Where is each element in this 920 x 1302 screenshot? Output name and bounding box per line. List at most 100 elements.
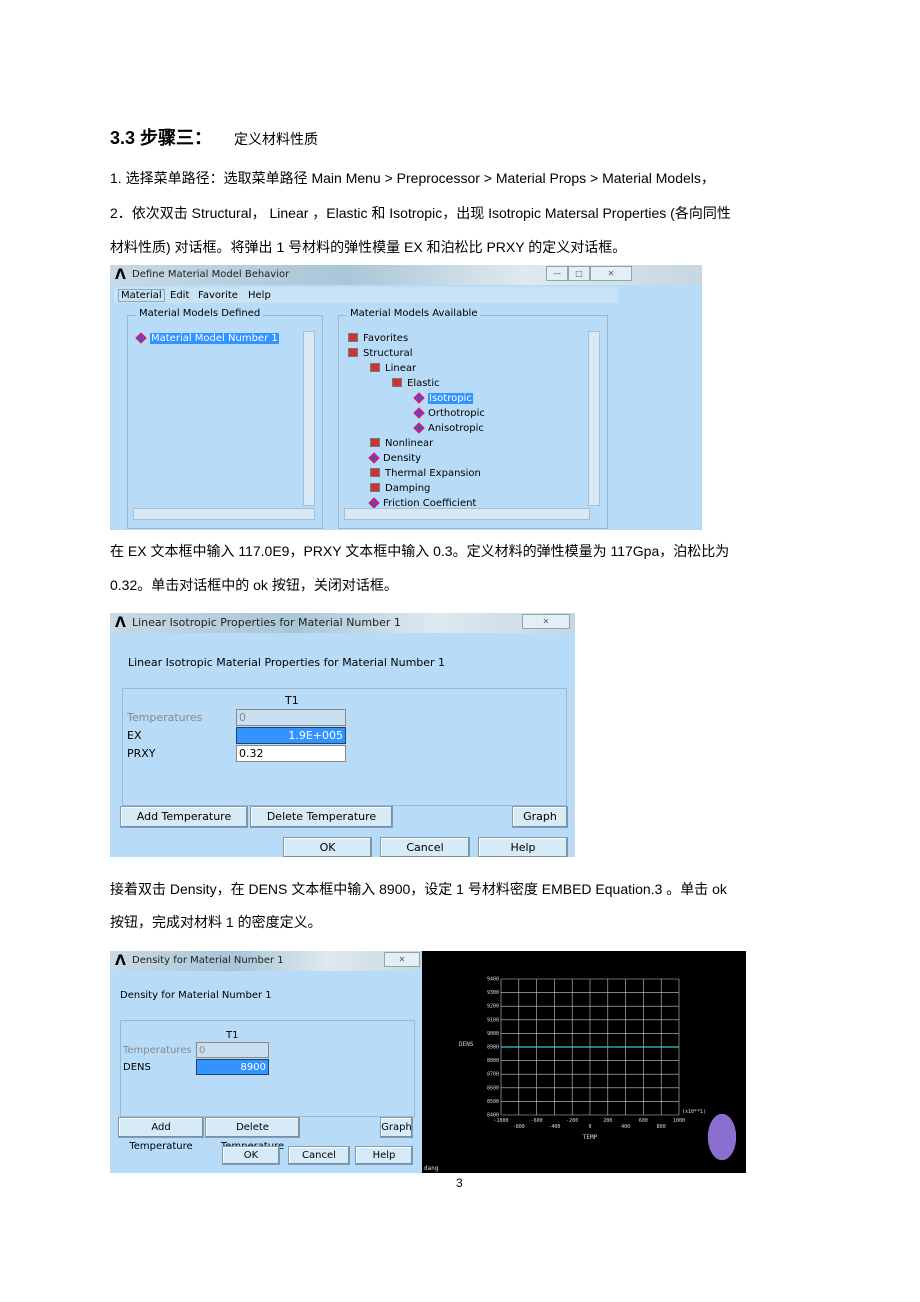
ok-button[interactable]: OK xyxy=(283,837,372,857)
material-icon xyxy=(368,497,380,509)
tree-item-structural[interactable]: Structural xyxy=(348,348,413,359)
title-bar: Λ Density for Material Number 1 ✕ xyxy=(110,951,422,971)
corner-text: dang xyxy=(424,1165,439,1172)
tree-item-anisotropic[interactable]: Anisotropic xyxy=(413,422,484,434)
tree-item-thermal-expansion[interactable]: Thermal Expansion xyxy=(370,468,481,479)
chart-svg: -1000 -800 -600 -400 -200 0 200 400 600 800 1000 84… xyxy=(424,977,706,1173)
tree-item-label: Density xyxy=(383,453,422,464)
menu-bar: Material Edit Favorite Help xyxy=(114,287,618,303)
material-icon xyxy=(413,392,425,404)
delete-temperature-button[interactable]: Delete Temperature xyxy=(205,1117,300,1152)
ok-button[interactable]: OK xyxy=(222,1146,280,1165)
item-label: Material Model Number 1 xyxy=(150,333,279,344)
close-icon[interactable]: ✕ xyxy=(590,266,632,281)
menu-material[interactable]: Material xyxy=(118,289,165,302)
ansys-logo-icon: Λ xyxy=(115,953,126,969)
minimize-icon[interactable]: — xyxy=(546,266,568,281)
delete-temperature-button[interactable]: Delete Temperature xyxy=(250,806,393,828)
menu-help[interactable]: Help xyxy=(248,290,271,301)
prxy-field[interactable]: 0.32 xyxy=(236,745,346,762)
add-temperature-button[interactable]: Add Temperature xyxy=(120,806,248,828)
group-label: Material Models Available xyxy=(347,308,481,319)
page-number: 3 xyxy=(456,1176,463,1190)
tree-item-linear[interactable]: Linear xyxy=(370,363,416,374)
column-header: T1 xyxy=(285,694,299,707)
tree-item-label: Linear xyxy=(385,363,417,374)
tree-item-damping[interactable]: Damping xyxy=(370,483,430,494)
open-folder-icon xyxy=(392,378,402,387)
defined-models-group: Material Models Defined Material Model N… xyxy=(127,308,323,529)
title-bar: Λ Define Material Model Behavior — □ ✕ xyxy=(110,265,702,285)
tree-item-favorites[interactable]: Favorites xyxy=(348,333,408,344)
help-button[interactable]: Help xyxy=(478,837,568,857)
tree-item-nonlinear[interactable]: Nonlinear xyxy=(370,438,433,449)
cancel-button[interactable]: Cancel xyxy=(380,837,470,857)
y-tick-label: 8400 xyxy=(487,1113,499,1119)
horizontal-scrollbar[interactable] xyxy=(344,508,590,520)
x-tick-label: -600 xyxy=(531,1118,543,1124)
density-graph: -1000 -800 -600 -400 -200 0 200 400 600 800 1000 84… xyxy=(422,951,746,1173)
vertical-scrollbar[interactable] xyxy=(303,331,315,506)
close-icon[interactable]: ✕ xyxy=(522,614,570,629)
close-icon[interactable]: ✕ xyxy=(384,952,420,967)
list-item[interactable]: Material Model Number 1 xyxy=(135,332,279,344)
tree-item-elastic[interactable]: Elastic xyxy=(392,378,440,389)
tree-item-orthotropic[interactable]: Orthotropic xyxy=(413,407,485,419)
x-tick-label: -400 xyxy=(548,1124,560,1130)
y-tick-label: 8500 xyxy=(487,1099,499,1105)
x-tick-label: 0 xyxy=(588,1124,591,1130)
folder-icon xyxy=(370,438,380,447)
dialog-heading: Density for Material Number 1 xyxy=(120,990,272,1001)
add-temperature-button[interactable]: Add Temperature xyxy=(118,1117,204,1152)
row-label: EX xyxy=(127,729,142,742)
dialog-title: Linear Isotropic Properties for Material… xyxy=(132,616,401,629)
density-dialog: Λ Density for Material Number 1 ✕ Density… xyxy=(110,951,422,1173)
tree-item-label: Anisotropic xyxy=(428,423,484,434)
paragraph: 0.32。单击对话框中的 ok 按钮，关闭对话框。 xyxy=(110,577,398,593)
heading-number: 3.3 步骤三： xyxy=(110,128,213,148)
tree-item-isotropic[interactable]: Isotropic xyxy=(413,392,473,404)
cancel-button[interactable]: Cancel xyxy=(288,1146,350,1165)
x-tick-label: 200 xyxy=(603,1118,612,1124)
horizontal-scrollbar[interactable] xyxy=(133,508,315,520)
tree-item-label: Thermal Expansion xyxy=(385,468,481,479)
menu-edit[interactable]: Edit xyxy=(170,290,189,301)
temperature-field[interactable]: 0 xyxy=(196,1042,269,1058)
x-tick-label: 1000 xyxy=(673,1118,685,1124)
help-button[interactable]: Help xyxy=(355,1146,413,1165)
x-axis-label: TEMP xyxy=(583,1134,598,1141)
tree-item-density[interactable]: Density xyxy=(368,452,422,464)
folder-icon xyxy=(348,333,358,342)
open-folder-icon xyxy=(348,348,358,357)
row-label: PRXY xyxy=(127,747,156,760)
graph-button[interactable]: Graph xyxy=(380,1117,413,1138)
ex-field[interactable]: 1.9E+005 xyxy=(236,727,346,744)
material-icon xyxy=(413,422,425,434)
tree-item-label: Orthotropic xyxy=(428,408,485,419)
dialog-title: Density for Material Number 1 xyxy=(132,955,284,966)
x-tick-label: -200 xyxy=(566,1118,578,1124)
x-tick-label: 800 xyxy=(657,1124,666,1130)
y-tick-label: 9300 xyxy=(487,990,499,996)
y-tick-label: 9100 xyxy=(487,1017,499,1023)
temperature-field[interactable]: 0 xyxy=(236,709,346,726)
menu-favorite[interactable]: Favorite xyxy=(198,290,238,301)
tree-item-label: Favorites xyxy=(363,333,409,344)
material-icon xyxy=(413,407,425,419)
tree-item-label: Structural xyxy=(363,348,413,359)
graph-button[interactable]: Graph xyxy=(512,806,568,828)
tree-item-label: Elastic xyxy=(407,378,440,389)
title-bar: Λ Linear Isotropic Properties for Materia… xyxy=(110,613,575,633)
maximize-icon[interactable]: □ xyxy=(568,266,590,281)
dens-field[interactable]: 8900 xyxy=(196,1059,269,1075)
y-tick-label: 8700 xyxy=(487,1072,499,1078)
x-tick-label: 600 xyxy=(639,1118,648,1124)
dialog-heading: Linear Isotropic Material Properties for… xyxy=(128,656,446,669)
anime-character-image xyxy=(700,1113,744,1173)
x-tick-label: -1000 xyxy=(493,1118,508,1124)
define-material-model-dialog: Λ Define Material Model Behavior — □ ✕ Ma… xyxy=(110,265,702,530)
properties-table: T1 Temperatures EX PRXY 0 1.9E+005 0.32 xyxy=(122,688,567,806)
vertical-scrollbar[interactable] xyxy=(588,331,600,506)
folder-icon xyxy=(370,483,380,492)
row-label: Temperatures xyxy=(123,1045,192,1056)
